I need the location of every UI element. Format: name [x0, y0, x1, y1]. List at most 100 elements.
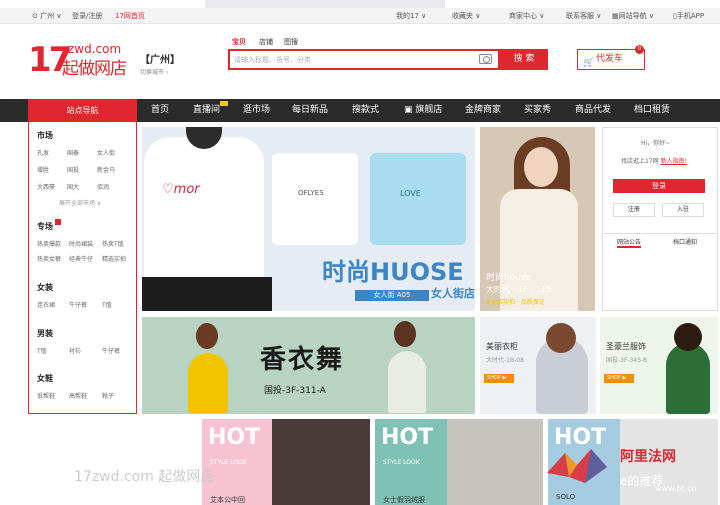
live-badge-icon [220, 101, 228, 106]
product-image [142, 277, 272, 311]
category-link[interactable]: 国投 [67, 165, 79, 174]
nav-item-dropship[interactable]: 商品代发 [575, 99, 611, 122]
category-link[interactable]: 经典牛仔 [69, 254, 93, 263]
login-button[interactable]: 登录 [613, 179, 705, 193]
promo-address: 大时代 - 1F - 115 [486, 285, 551, 294]
shirt-print: ♡mor [162, 182, 200, 197]
search-button[interactable]: 搜 索 [500, 49, 548, 70]
category-title-men: 男装 [37, 329, 53, 338]
category-title-special: 专场 [37, 222, 53, 231]
home-link[interactable]: 17网首页 [115, 11, 145, 21]
store-banner-title: 香衣舞 [260, 345, 345, 375]
grid-icon: ▦ [612, 12, 619, 20]
site-nav-menu[interactable]: ▦网站导航 ∨ [612, 11, 654, 21]
nav-item-flagship[interactable]: ▣ 旗舰店 [404, 99, 442, 122]
ad-title: 圣豪兰服饰 [606, 342, 646, 351]
category-link[interactable]: 低帮鞋 [37, 391, 55, 400]
category-link[interactable]: 佰润 [97, 182, 109, 191]
mobile-app-link[interactable]: ▯手机APP [673, 11, 704, 21]
nav-item-stall-rent[interactable]: 档口租赁 [634, 99, 670, 122]
user-panel: Hi，你好~ 找店逛上17网 新人指南! 登录 注册 入驻 网站公告 档口通知 [602, 127, 718, 311]
ad-card[interactable]: 圣豪兰服饰 国投-3F-345-B SHOP ▶ [600, 317, 718, 414]
cart-icon: 🛒 [583, 58, 595, 68]
category-link[interactable]: 女人街 [97, 148, 115, 157]
shop-button[interactable]: SHOP ▶ [484, 374, 514, 383]
category-link[interactable]: T恤 [37, 346, 47, 355]
tab-announcement[interactable]: 网站公告 [617, 237, 642, 248]
product-image [370, 153, 466, 245]
guide-message: 找店逛上17网 新人指南! [621, 158, 687, 165]
category-link[interactable]: 增胜 [37, 165, 49, 174]
location-selector[interactable]: ⊙ 广州 ∨ [32, 11, 61, 21]
category-link[interactable]: 热卖女裤 [37, 254, 61, 263]
hot-card[interactable]: HOT STYLE LOOK 艾本公中回 [202, 419, 272, 505]
category-link[interactable]: 靴子 [102, 391, 114, 400]
category-link[interactable]: 牛仔裤 [102, 346, 120, 355]
category-link[interactable]: 新金马 [97, 165, 115, 174]
promo-title: 时尚house [486, 273, 532, 283]
camera-icon[interactable] [479, 54, 492, 64]
my17-menu[interactable]: 我的17 ∨ [396, 11, 426, 21]
contact-service-menu[interactable]: 联系客服 ∨ [566, 11, 601, 21]
category-link[interactable]: 大西豪 [37, 182, 55, 191]
greeting-text: Hi，你好~ [641, 140, 671, 147]
watermark-url: www.pt.cn [655, 484, 697, 493]
promo-model-card[interactable]: 时尚house 大时代 - 1F - 115 #全店实拍 · 品质保证 [480, 127, 595, 311]
category-link[interactable]: 精选实拍 [102, 254, 126, 263]
product-image [272, 153, 358, 245]
expand-markets-link[interactable]: 展开全部市场 ∨ [59, 198, 101, 207]
store-icon: ▣ [404, 105, 413, 115]
register-button[interactable]: 注册 [613, 203, 655, 217]
banner-tag-secondary: 女人街店 [431, 287, 475, 300]
category-link[interactable]: 高帮鞋 [69, 391, 87, 400]
category-link[interactable]: 衬衫 [69, 346, 81, 355]
watermark-logo-icon [545, 443, 617, 491]
shop-button[interactable]: SHOP ▶ [604, 374, 634, 383]
search-tab-item[interactable]: 宝贝 [232, 37, 246, 47]
category-panel: 市场 孔发 国泰 女人街 增胜 国投 新金马 大西豪 国大 佰润 展开全部市场 … [28, 122, 137, 414]
category-link[interactable]: 连衣裙 [37, 300, 55, 309]
nav-item-search-style[interactable]: 搜款式 [352, 99, 379, 122]
enter-shop-button[interactable]: 入驻 [662, 203, 704, 217]
current-city: 【广州】 [140, 55, 180, 66]
site-logo[interactable]: 17 zwd.com 起做网店 [28, 40, 138, 82]
category-link[interactable]: 热卖爆款 [37, 239, 61, 248]
site-nav-title[interactable]: 站点导航 [28, 99, 137, 122]
login-register-link[interactable]: 登录/注册 [72, 11, 102, 21]
product-image[interactable] [447, 419, 543, 505]
nav-item-home[interactable]: 首页 [151, 99, 169, 122]
newbie-guide-link[interactable]: 新人指南! [661, 158, 687, 165]
category-link[interactable]: 孔发 [37, 148, 49, 157]
search-tab-image[interactable]: 图搜 [284, 37, 298, 47]
hot-card[interactable]: HOT STYLE LOOK 女士假羽绒服 [375, 419, 447, 505]
category-link[interactable]: 国泰 [67, 148, 79, 157]
nav-item-live[interactable]: 直播间 [193, 99, 220, 122]
ad-sub: 国投-3F-345-B [606, 357, 648, 364]
main-nav: 站点导航 首页 直播间 逛市场 每日新品 搜款式 ▣ 旗舰店 金牌商家 买家秀 … [0, 99, 720, 122]
nav-item-buyer-show[interactable]: 买家秀 [524, 99, 551, 122]
category-title-shoes: 女鞋 [37, 374, 53, 383]
nav-item-market[interactable]: 逛市场 [243, 99, 270, 122]
nav-item-gold-merchant[interactable]: 金牌商家 [465, 99, 501, 122]
main-banner[interactable]: ♡mor OFLYES LOVE 时尚HUOSE 女人街 A05 女人街店 [142, 127, 475, 311]
store-banner[interactable]: 香衣舞 国投-3F-311-A [142, 317, 475, 414]
cart-button[interactable]: 🛒 代发车 0 [577, 45, 645, 70]
favorites-menu[interactable]: 收藏夹 ∨ [452, 11, 480, 21]
category-link[interactable]: 牛仔裤 [69, 300, 87, 309]
switch-city-link[interactable]: 切换城市 › [140, 67, 168, 76]
merchant-center-menu[interactable]: 商家中心 ∨ [509, 11, 544, 21]
category-link[interactable]: 国大 [67, 182, 79, 191]
category-link[interactable]: T恤 [102, 300, 112, 309]
nav-item-daily-new[interactable]: 每日新品 [292, 99, 328, 122]
search-tab-shop[interactable]: 店铺 [259, 37, 273, 47]
product-image[interactable] [272, 419, 370, 505]
category-title-market: 市场 [37, 131, 53, 140]
category-title-women: 女装 [37, 283, 53, 292]
shirt-print: OFLYES [298, 189, 324, 197]
tab-stall-notice[interactable]: 档口通知 [673, 237, 697, 246]
category-link[interactable]: 时尚裙装 [69, 239, 93, 248]
search-input[interactable]: 请输入标题、货号、分类 [228, 49, 500, 70]
site-watermark: 17zwd.com 起做网店 [74, 469, 215, 485]
category-link[interactable]: 热卖T恤 [102, 239, 124, 248]
ad-card[interactable]: 美丽衣柜 大时代-1B-08 SHOP ▶ [480, 317, 596, 414]
